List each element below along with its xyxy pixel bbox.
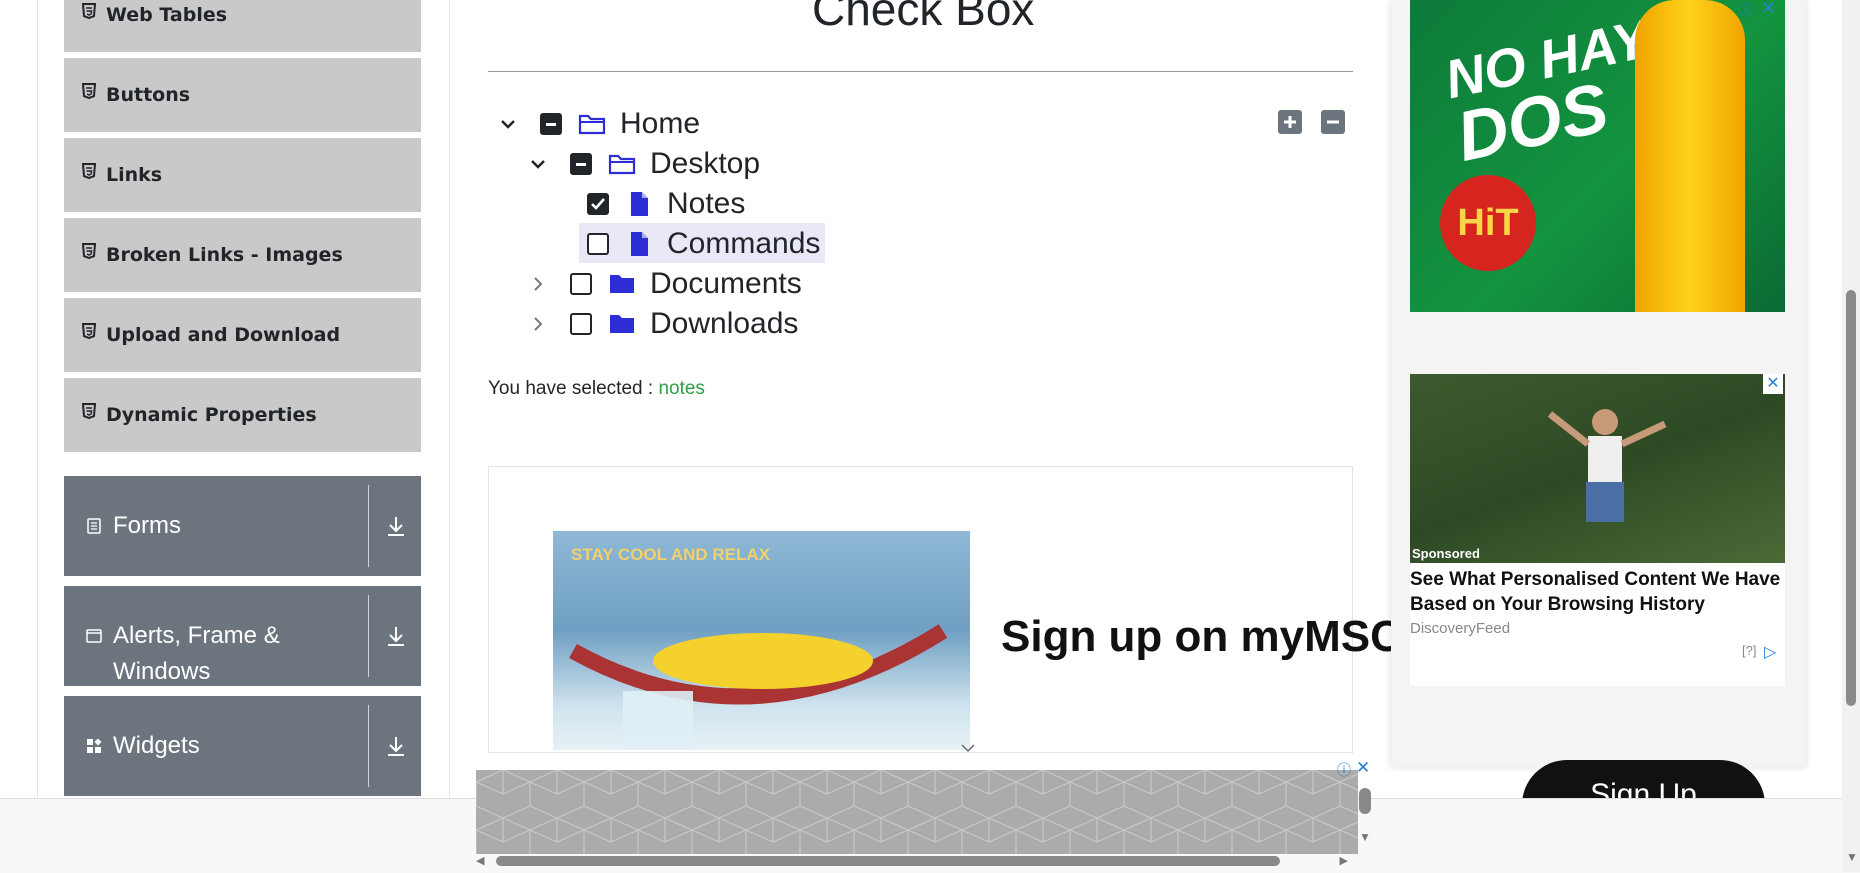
- ad2-source: DiscoveryFeed: [1410, 620, 1511, 637]
- tree-node-downloads[interactable]: Downloads: [570, 305, 798, 343]
- tree-node-commands[interactable]: Commands: [587, 225, 820, 263]
- tree-node-label: Desktop: [650, 147, 761, 180]
- sidebar-group-alerts-frames-windows[interactable]: Alerts, Frame & Windows: [64, 586, 421, 686]
- tree-node-desktop[interactable]: Desktop: [570, 145, 760, 183]
- tree-node-label: Documents: [650, 267, 802, 300]
- folder-open-icon: [578, 114, 606, 135]
- ad-help-link[interactable]: [?]: [1742, 643, 1756, 658]
- html5-icon: [82, 243, 96, 259]
- jumping-man-illustration: [1547, 409, 1667, 522]
- hex-pattern: [476, 770, 1358, 854]
- selection-result: You have selected : notes: [488, 378, 705, 400]
- group-divider: [368, 595, 369, 677]
- sidebar-group-widgets[interactable]: Widgets: [64, 696, 421, 796]
- tree-node-label: Downloads: [650, 307, 799, 340]
- chevron-down-icon[interactable]: [529, 155, 547, 173]
- expand-all-button[interactable]: [1278, 110, 1302, 134]
- bottom-ad-banner[interactable]: [476, 770, 1358, 854]
- sidebar-item-links[interactable]: Links: [64, 138, 421, 215]
- tree-node-home[interactable]: Home: [540, 105, 700, 143]
- window-icon: [86, 629, 102, 643]
- ad1-brand-logo: HiT: [1440, 175, 1536, 271]
- group-divider: [368, 705, 369, 787]
- sidebar-item-label: Links: [106, 164, 163, 186]
- sidebar-item-dynamic-properties[interactable]: Dynamic Properties: [64, 378, 421, 455]
- ad-banner-image[interactable]: STAY COOL AND RELAX: [553, 531, 970, 750]
- file-icon: [631, 192, 648, 216]
- ad1-bottle: [1635, 0, 1745, 312]
- folder-icon: [610, 315, 634, 333]
- checkbox-downloads[interactable]: [570, 313, 592, 335]
- sidebar-left-border: [37, 0, 38, 800]
- sidebar-item-label: Buttons: [106, 84, 191, 106]
- ad-close-icon[interactable]: ✕: [1761, 0, 1779, 18]
- group-divider: [368, 485, 369, 567]
- form-icon: [87, 518, 101, 534]
- sponsored-label: Sponsored: [1412, 546, 1480, 561]
- chevron-down-icon[interactable]: [499, 115, 517, 133]
- ad-scroll-thumb[interactable]: [1359, 788, 1371, 814]
- html5-icon: [82, 403, 96, 419]
- sidebar-item-buttons[interactable]: Buttons: [64, 58, 421, 135]
- result-prefix: You have selected :: [488, 378, 654, 399]
- banana-hammock-illustration: [569, 624, 948, 746]
- sidebar-group-forms[interactable]: Forms: [64, 476, 421, 576]
- result-value: notes: [658, 378, 705, 399]
- check-icon: [591, 198, 605, 210]
- plus-icon: [1284, 116, 1296, 128]
- page-title: Check Box: [812, 0, 1035, 35]
- sidebar-item-label: Broken Links - Images: [106, 244, 343, 266]
- widgets-icon: [87, 738, 102, 753]
- group-label: Forms: [113, 512, 181, 539]
- sidebar-item-web-tables[interactable]: Web Tables: [64, 0, 421, 55]
- scroll-down-icon[interactable]: ▼: [1359, 830, 1371, 844]
- html5-icon: [82, 163, 96, 179]
- scroll-down-icon[interactable]: ▼: [1846, 850, 1858, 864]
- tree-node-label: Commands: [667, 227, 821, 260]
- sidebar-item-upload-download[interactable]: Upload and Download: [64, 298, 421, 375]
- checkbox-notes[interactable]: [587, 193, 609, 215]
- html5-icon: [82, 323, 96, 339]
- download-icon[interactable]: [383, 733, 409, 759]
- download-icon[interactable]: [383, 513, 409, 539]
- sidebar-item-broken-links[interactable]: Broken Links - Images: [64, 218, 421, 295]
- page-scroll-thumb[interactable]: [1846, 290, 1856, 706]
- sidebar-item-label: Web Tables: [106, 4, 228, 26]
- folder-open-icon: [608, 154, 636, 175]
- chevron-right-icon[interactable]: [529, 315, 547, 333]
- ad-info-icon[interactable]: ⓘ: [1739, 0, 1757, 18]
- group-label: Alerts, Frame & Windows: [113, 622, 280, 685]
- html5-icon: [82, 3, 96, 19]
- folder-icon: [610, 275, 634, 293]
- ad2-photo: Sponsored ✕: [1410, 374, 1785, 563]
- sidebar-right-border: [449, 0, 450, 800]
- tree-node-documents[interactable]: Documents: [570, 265, 802, 303]
- title-divider: [488, 71, 1353, 72]
- ad-close-icon[interactable]: ✕: [1763, 374, 1783, 394]
- tree-node-label: Notes: [667, 187, 746, 220]
- tree-node-notes[interactable]: Notes: [587, 185, 745, 223]
- ad-horizontal-scrollbar[interactable]: ◀ ▶: [476, 855, 1348, 868]
- checkbox-commands[interactable]: [587, 233, 609, 255]
- minus-icon: [1327, 120, 1339, 124]
- collapse-all-button[interactable]: [1321, 110, 1345, 134]
- html5-icon: [82, 83, 96, 99]
- sidebar-item-label: Upload and Download: [106, 324, 341, 346]
- ad-headline[interactable]: Sign up on myMSC: [1001, 612, 1402, 662]
- checkbox-documents[interactable]: [570, 273, 592, 295]
- side-ad-hit[interactable]: NO HAY DOS HiT ⓘ ✕: [1410, 0, 1785, 312]
- tree-node-label: Home: [620, 107, 701, 140]
- adchoices-icon[interactable]: ▷: [1764, 642, 1776, 662]
- checkbox-home[interactable]: [540, 113, 562, 135]
- download-icon[interactable]: [383, 623, 409, 649]
- ad-info-icon[interactable]: ⓘ: [1337, 760, 1351, 780]
- file-icon: [631, 232, 648, 256]
- chevron-down-icon[interactable]: [960, 740, 976, 753]
- checkbox-desktop[interactable]: [570, 153, 592, 175]
- sidebar-item-label: Dynamic Properties: [106, 404, 317, 426]
- chevron-right-icon[interactable]: [529, 275, 547, 293]
- ad-close-icon[interactable]: ✕: [1356, 758, 1370, 778]
- group-label: Widgets: [113, 732, 200, 759]
- ad2-title[interactable]: See What Personalised Content We Have Ba…: [1410, 567, 1785, 617]
